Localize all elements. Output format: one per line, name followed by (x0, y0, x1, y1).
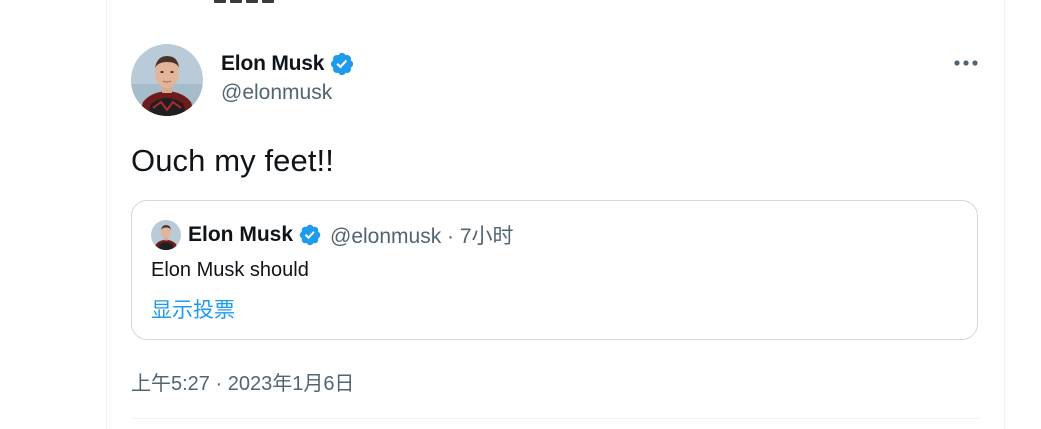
tweet-timestamp[interactable]: 上午5:27 · 2023年1月6日 (131, 367, 354, 396)
column-border-left (106, 0, 107, 429)
clipped-previous-content (214, 0, 304, 4)
quoted-tweet-header: Elon Musk @elonmusk · 7小时 (151, 219, 514, 251)
column-border-right (1004, 0, 1005, 429)
more-options-button[interactable] (950, 52, 982, 74)
quoted-author-avatar (151, 220, 181, 250)
verified-badge-icon (299, 224, 321, 246)
tweet-detail-page: Elon Musk @elonmusk Ouch my feet!! Elon … (0, 0, 1041, 429)
quoted-author-meta: @elonmusk · 7小时 (330, 225, 514, 248)
divider (131, 418, 980, 419)
quoted-author-name: Elon Musk (188, 223, 294, 246)
author-avatar[interactable] (131, 44, 203, 116)
verified-badge-icon (331, 52, 354, 76)
quoted-tweet-text: Elon Musk should (151, 259, 309, 281)
show-poll-link[interactable]: 显示投票 (151, 294, 235, 324)
more-options-icon (954, 60, 978, 66)
author-name[interactable]: Elon Musk (221, 52, 324, 76)
quoted-tweet-card[interactable]: Elon Musk @elonmusk · 7小时 Elon Musk shou… (131, 200, 978, 340)
tweet-text: Ouch my feet!! (131, 143, 334, 178)
author-name-row[interactable]: Elon Musk (221, 50, 355, 78)
author-handle[interactable]: @elonmusk (221, 81, 332, 105)
